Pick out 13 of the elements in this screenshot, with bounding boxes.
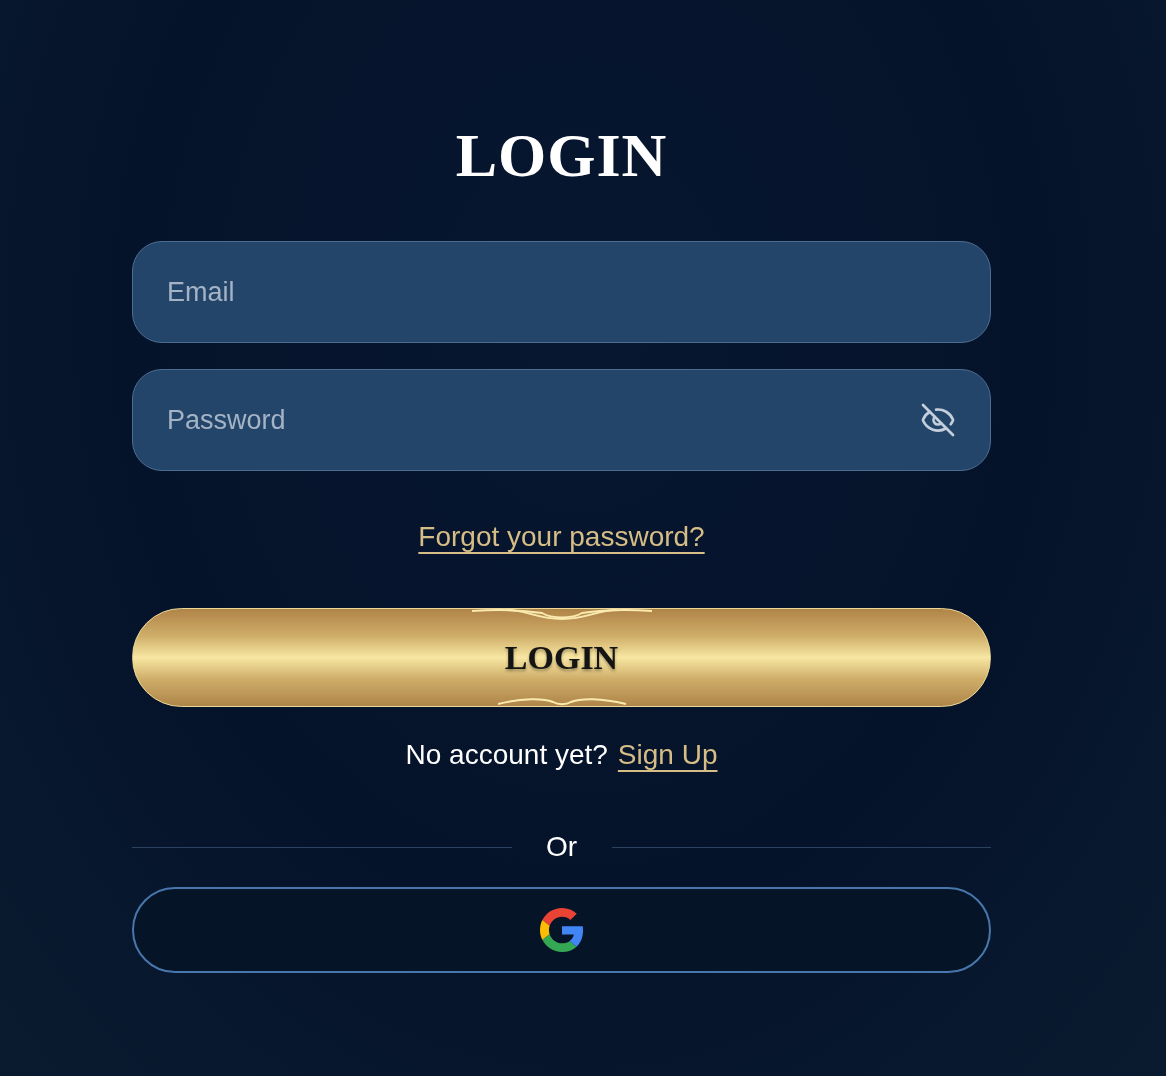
eye-off-icon [919,402,957,438]
sign-up-link[interactable]: Sign Up [617,737,718,773]
google-logo-icon [539,908,584,952]
or-divider-label: Or [544,830,579,864]
password-field[interactable]: Password [132,369,991,471]
swirl-ornament-icon [497,696,626,706]
forgot-password-link[interactable]: Forgot your password? [418,519,705,555]
login-title: LOGIN [455,124,668,186]
email-field[interactable]: Email [132,241,991,343]
login-button[interactable]: LOGIN [132,608,991,707]
swirl-ornament-icon [471,609,652,623]
hide-password-button[interactable] [919,402,957,438]
signup-prompt: No account yet? [405,738,608,772]
